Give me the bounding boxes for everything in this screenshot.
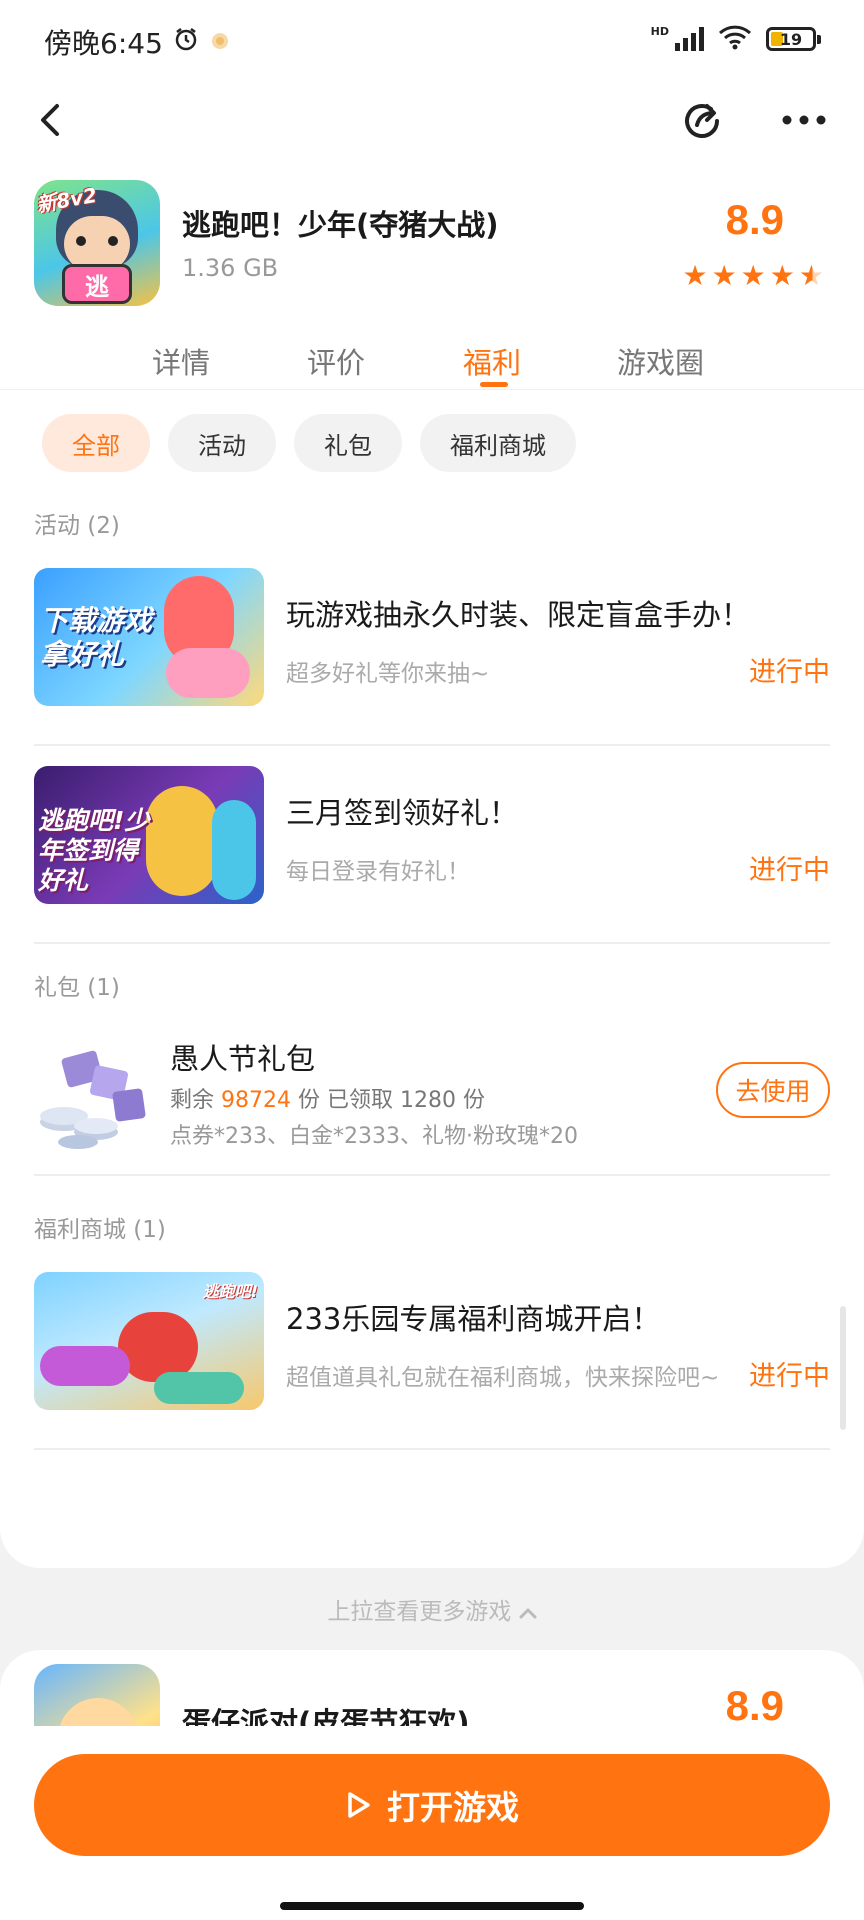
app-rating: 8.9 (725, 196, 784, 243)
activity-subtitle: 每日登录有好礼！ (286, 859, 470, 885)
star-icon: ★ (682, 259, 708, 292)
app-size: 1.36 GB (182, 254, 279, 282)
banner-text: 下载游戏拿好礼 (40, 604, 153, 671)
next-game-rating: 8.9 (725, 1682, 784, 1729)
activity-banner: 逃跑吧!少年签到得好礼 (34, 766, 264, 904)
gift-coins-icon (34, 1046, 150, 1154)
activity-item[interactable]: 逃跑吧!少年签到得好礼 三月签到领好礼！ 每日登录有好礼！ 进行中 (34, 766, 830, 944)
gift-stock: 剩余 98724 份 已领取 1280 份 (170, 1088, 485, 1113)
chevron-up-icon (519, 1599, 537, 1625)
app-icon-char: 逃 (85, 272, 109, 301)
signal-icon (675, 27, 704, 51)
activity-banner: 下载游戏拿好礼 (34, 568, 264, 706)
tab-active-indicator (480, 382, 508, 387)
chip-all[interactable]: 全部 (42, 414, 150, 472)
activity-status: 进行中 (749, 657, 830, 688)
mall-banner: 逃跑吧! (34, 1272, 264, 1410)
gift-description: 点券*233、白金*2333、礼物·粉玫瑰*20 (170, 1124, 578, 1149)
mall-title: 233乐园专属福利商城开启！ (286, 1302, 661, 1336)
section-title-mall: 福利商城 (1) (34, 1217, 166, 1243)
gift-remain-count: 98724 (221, 1088, 292, 1113)
activity-subtitle: 超多好礼等你来抽~ (286, 661, 490, 687)
star-icon: ★ (769, 259, 795, 292)
open-game-label: 打开游戏 (387, 1788, 519, 1827)
chip-gifts[interactable]: 礼包 (294, 414, 402, 472)
top-toolbar (0, 80, 864, 170)
scrollbar[interactable] (840, 1306, 846, 1430)
chip-mall[interactable]: 福利商城 (420, 414, 576, 472)
tab-game-circle[interactable]: 游戏圈 (617, 340, 704, 382)
app-icon: 新8v2 逃 (34, 180, 160, 306)
back-arrow-icon (41, 104, 59, 136)
activity-title: 玩游戏抽永久时装、限定盲盒手办！ (286, 598, 751, 632)
notification-icon (209, 26, 231, 59)
activity-item[interactable]: 下载游戏拿好礼 玩游戏抽永久时装、限定盲盒手办！ 超多好礼等你来抽~ 进行中 (34, 568, 830, 746)
battery-icon: 19 (766, 27, 821, 51)
pull-more-hint[interactable]: 上拉查看更多游戏 (0, 1592, 864, 1626)
share-icon (685, 104, 719, 138)
section-title-gifts: 礼包 (1) (34, 975, 120, 1001)
app-title: 逃跑吧！少年(夺猪大战) (182, 208, 499, 242)
mall-item[interactable]: 逃跑吧! 233乐园专属福利商城开启！ 超值道具礼包就在福利商城，快来探险吧~ … (34, 1272, 830, 1450)
alarm-icon (173, 26, 199, 59)
wifi-icon (718, 24, 752, 54)
play-icon (348, 1792, 370, 1818)
back-button[interactable] (20, 90, 80, 150)
gift-title: 愚人节礼包 (170, 1042, 316, 1076)
home-indicator[interactable] (280, 1902, 584, 1910)
tab-details[interactable]: 详情 (152, 340, 210, 382)
banner-text: 逃跑吧! (202, 1282, 258, 1301)
share-button[interactable] (672, 90, 732, 150)
more-button[interactable] (774, 90, 834, 150)
tab-reviews[interactable]: 评价 (307, 340, 365, 382)
mall-subtitle: 超值道具礼包就在福利商城，快来探险吧~ (286, 1365, 720, 1391)
gift-item: 愚人节礼包 剩余 98724 份 已领取 1280 份 点券*233、白金*23… (34, 1016, 830, 1176)
more-dots-icon (782, 115, 826, 125)
filter-chips: 全部 活动 礼包 福利商城 (42, 414, 576, 472)
activity-title: 三月签到领好礼！ (286, 796, 519, 830)
game-detail-card: 傍晚6:45 HD 19 新8v2 逃 逃跑吧！少年(夺猪大战) 1.36 GB… (0, 0, 864, 1568)
tab-welfare[interactable]: 福利 (463, 340, 521, 382)
banner-text: 逃跑吧!少年签到得好礼 (38, 806, 150, 895)
use-gift-button[interactable]: 去使用 (716, 1062, 830, 1118)
chip-activities[interactable]: 活动 (168, 414, 276, 472)
mall-status: 进行中 (749, 1361, 830, 1392)
tab-bar: 详情 评价 福利 游戏圈 (0, 330, 864, 390)
star-icon: ★ (711, 259, 737, 292)
activity-status: 进行中 (749, 855, 830, 886)
status-bar: 傍晚6:45 HD 19 (0, 0, 864, 80)
bottom-action-bar: 打开游戏 (0, 1726, 864, 1920)
half-star-icon: ★ (798, 259, 824, 292)
star-icon: ★ (740, 259, 766, 292)
section-title-activities: 活动 (2) (34, 513, 120, 539)
hd-icon: HD (650, 24, 669, 38)
status-time: 傍晚6:45 (44, 27, 163, 60)
open-game-button[interactable]: 打开游戏 (34, 1754, 830, 1856)
rating-stars: ★ ★ ★ ★ ★ (682, 262, 824, 290)
